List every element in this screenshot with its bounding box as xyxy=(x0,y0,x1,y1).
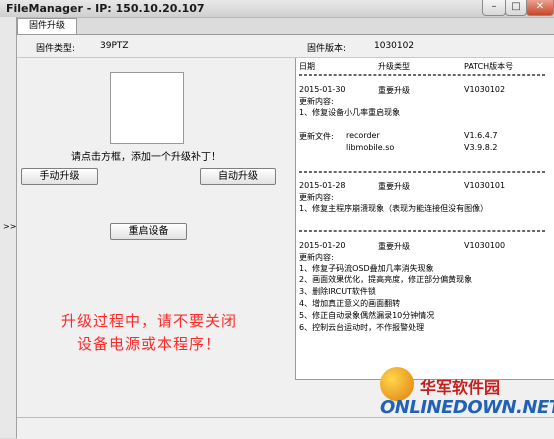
entry-item: 3、删除IRCUT软件锁 xyxy=(299,287,376,296)
entry-item: 1、修复主程序崩溃现象（表现为能连接但没有图像） xyxy=(299,204,489,213)
entry-content-label: 更新内容: xyxy=(299,193,334,202)
entry-date: 2015-01-20 xyxy=(299,241,346,250)
entry-file-version: V3.9.8.2 xyxy=(464,143,498,152)
entry-file: recorder xyxy=(346,131,380,140)
separator xyxy=(299,171,545,173)
entry-type: 重要升级 xyxy=(378,182,410,191)
entry-version: V1030100 xyxy=(464,241,506,250)
firmware-version-value: 1030102 xyxy=(374,41,415,51)
window-title: FileManager - IP: 150.10.20.107 xyxy=(6,2,205,15)
entry-files-label: 更新文件: xyxy=(299,132,334,141)
entry-type: 重要升级 xyxy=(378,242,410,251)
entry-date: 2015-01-30 xyxy=(299,85,346,94)
entry-version: V1030102 xyxy=(464,85,506,94)
entry-date: 2015-01-28 xyxy=(299,181,346,190)
watermark-text-cn: 华军软件园 xyxy=(420,378,501,397)
entry-content-label: 更新内容: xyxy=(299,253,334,262)
entry-type: 重要升级 xyxy=(378,86,410,95)
minimize-button[interactable]: – xyxy=(482,0,506,16)
col-patch-header: PATCH版本号 xyxy=(464,62,514,71)
tab-firmware-upgrade[interactable]: 固件升级 xyxy=(17,18,77,34)
watermark-logo-icon xyxy=(380,367,414,401)
side-panel-toggle[interactable]: >> xyxy=(0,17,17,438)
entry-file-version: V1.6.4.7 xyxy=(464,131,498,140)
firmware-version-label: 固件版本: xyxy=(307,44,347,54)
warning-line-1: 升级过程中，请不要关闭 xyxy=(61,312,238,330)
col-date-header: 日期 xyxy=(299,62,315,71)
maximize-button[interactable]: □ xyxy=(505,0,527,16)
entry-file: libmobile.so xyxy=(346,143,395,152)
reboot-device-button[interactable]: 重启设备 xyxy=(110,223,187,240)
entry-item: 1、修复设备小几率重启现象 xyxy=(299,108,401,117)
auto-upgrade-button[interactable]: 自动升级 xyxy=(200,168,276,185)
entry-item: 5、修正自动录象偶然漏录10分钟情况 xyxy=(299,311,435,320)
close-button[interactable]: ✕ xyxy=(526,0,554,16)
firmware-type-value: 39PTZ xyxy=(100,41,129,51)
title-bar: FileManager - IP: 150.10.20.107 – □ ✕ xyxy=(0,0,554,18)
manual-upgrade-button[interactable]: 手动升级 xyxy=(21,168,98,185)
warning-line-2: 设备电源或本程序！ xyxy=(77,335,222,353)
patch-drop-box[interactable] xyxy=(110,72,184,144)
entry-version: V1030101 xyxy=(464,181,506,190)
entry-item: 6、控制云台运动时，不作报警处理 xyxy=(299,323,425,332)
firmware-type-label: 固件类型: xyxy=(36,44,76,54)
add-patch-hint: 请点击方框，添加一个升级补丁！ xyxy=(71,152,221,163)
changelog-panel[interactable]: 日期 升级类型 PATCH版本号 2015-01-30 重要升级 V103010… xyxy=(295,58,554,380)
entry-item: 2、画面效果优化，提高亮度，修正部分偏黄现象 xyxy=(299,275,473,284)
separator xyxy=(299,74,545,76)
expand-icon[interactable]: >> xyxy=(3,222,16,231)
entry-item: 4、增加真正意义的画面翻转 xyxy=(299,299,401,308)
separator xyxy=(299,230,545,232)
entry-content-label: 更新内容: xyxy=(299,97,334,106)
col-type-header: 升级类型 xyxy=(378,62,410,71)
watermark-text-en: ONLINEDOWN.NET xyxy=(380,397,554,418)
entry-item: 1、修复子码流OSD叠加几率消失现象 xyxy=(299,264,434,273)
